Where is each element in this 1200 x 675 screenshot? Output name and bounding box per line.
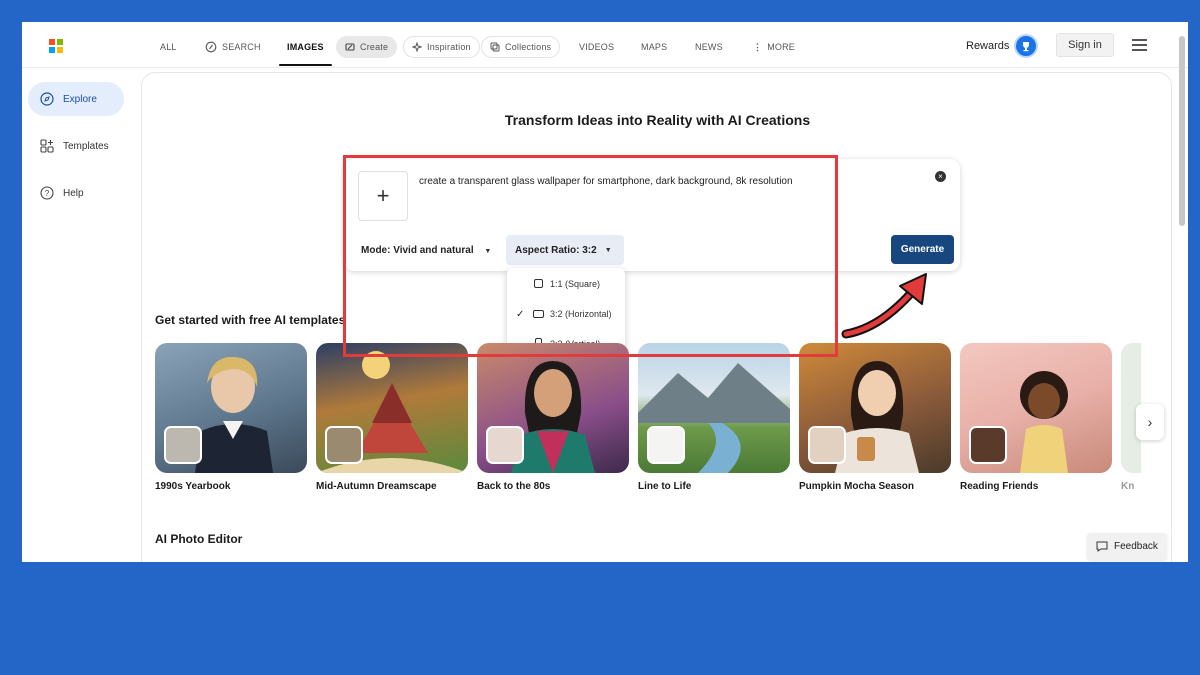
page-scrollbar[interactable] bbox=[1179, 36, 1185, 226]
tab-news-label: NEWS bbox=[695, 42, 723, 52]
sidebar-item-templates[interactable]: Templates bbox=[28, 129, 124, 163]
inspiration-icon bbox=[412, 42, 422, 52]
tab-all[interactable]: ALL bbox=[160, 36, 177, 58]
hamburger-menu-icon[interactable] bbox=[1132, 39, 1147, 51]
aspect-option-square[interactable]: 1:1 (Square) bbox=[507, 269, 625, 299]
top-navigation-bar: ALL SEARCH IMAGES Create Inspiration Col… bbox=[22, 22, 1188, 68]
templates-section-title: Get started with free AI templates bbox=[155, 313, 346, 327]
template-label: Back to the 80s bbox=[477, 481, 551, 492]
tab-more-label: MORE bbox=[767, 42, 796, 52]
sidebar-item-label: Help bbox=[63, 187, 84, 199]
create-icon bbox=[345, 43, 355, 51]
photo-editor-section-title: AI Photo Editor bbox=[155, 532, 243, 546]
sidebar-item-explore[interactable]: Explore bbox=[28, 82, 124, 116]
sign-in-button[interactable]: Sign in bbox=[1056, 33, 1114, 57]
template-label: Pumpkin Mocha Season bbox=[799, 481, 915, 492]
checkmark-icon: ✓ bbox=[516, 308, 525, 320]
rewards-link[interactable]: Rewards bbox=[966, 40, 1009, 52]
aspect-option-horizontal[interactable]: ✓ 3:2 (Horizontal) bbox=[507, 299, 625, 329]
tab-inspiration-label: Inspiration bbox=[427, 42, 471, 52]
feedback-chat-icon bbox=[1096, 541, 1108, 552]
page-headline: Transform Ideas into Reality with AI Cre… bbox=[504, 112, 811, 128]
annotation-arrow-icon bbox=[841, 273, 927, 339]
template-label: Reading Friends bbox=[960, 481, 1039, 492]
template-card-line-to-life[interactable] bbox=[638, 343, 790, 473]
active-tab-underline bbox=[279, 64, 332, 66]
template-card-1990s-yearbook[interactable] bbox=[155, 343, 307, 473]
tab-news[interactable]: NEWS bbox=[695, 36, 723, 58]
template-card-mid-autumn-dreamscape[interactable] bbox=[316, 343, 468, 473]
microsoft-logo-icon[interactable] bbox=[49, 39, 63, 53]
tab-videos[interactable]: VIDEOS bbox=[579, 36, 614, 58]
add-image-button[interactable]: + bbox=[358, 171, 408, 221]
horizontal-shape-icon bbox=[533, 310, 544, 318]
sidebar-item-help[interactable]: ? Help bbox=[28, 176, 124, 210]
sidebar-item-label: Explore bbox=[63, 93, 97, 105]
svg-text:?: ? bbox=[45, 189, 50, 198]
feedback-button[interactable]: Feedback bbox=[1087, 533, 1167, 560]
template-label: Line to Life bbox=[638, 481, 692, 492]
mode-label: Mode: Vivid and natural bbox=[361, 245, 474, 256]
template-thumbnail bbox=[164, 426, 202, 464]
aspect-option-label: 3:2 (Horizontal) bbox=[550, 309, 612, 319]
browser-window: ALL SEARCH IMAGES Create Inspiration Col… bbox=[22, 22, 1188, 562]
tab-all-label: ALL bbox=[160, 42, 177, 52]
template-thumbnail bbox=[325, 426, 363, 464]
tab-search-label: SEARCH bbox=[222, 42, 261, 52]
tab-videos-label: VIDEOS bbox=[579, 42, 615, 52]
help-question-icon: ? bbox=[40, 186, 54, 200]
more-dots-icon: ⋮ bbox=[753, 41, 763, 52]
rewards-trophy-icon[interactable] bbox=[1014, 34, 1038, 58]
templates-grid-icon bbox=[40, 139, 54, 153]
search-sparkle-icon bbox=[205, 41, 217, 53]
sidebar-item-label: Templates bbox=[63, 140, 109, 152]
template-card-pumpkin-mocha-season[interactable] bbox=[799, 343, 951, 473]
tab-images[interactable]: IMAGES bbox=[279, 36, 332, 66]
main-content-panel: Transform Ideas into Reality with AI Cre… bbox=[141, 72, 1172, 562]
caret-down-icon: ▼ bbox=[484, 248, 492, 255]
template-card-back-to-the-80s[interactable] bbox=[477, 343, 629, 473]
template-thumbnail bbox=[969, 426, 1007, 464]
aspect-ratio-label: Aspect Ratio: 3:2 bbox=[515, 244, 597, 256]
carousel-next-button[interactable]: › bbox=[1136, 404, 1164, 440]
caret-down-icon: ▼ bbox=[604, 246, 612, 254]
clear-prompt-icon[interactable]: × bbox=[935, 171, 946, 182]
template-label: Mid-Autumn Dreamscape bbox=[316, 481, 437, 492]
tab-search[interactable]: SEARCH bbox=[205, 36, 261, 58]
tab-create-label: Create bbox=[360, 42, 389, 52]
prompt-card: + create a transparent glass wallpaper f… bbox=[344, 159, 960, 271]
template-thumbnail bbox=[647, 426, 685, 464]
explore-compass-icon bbox=[40, 92, 54, 106]
tab-maps-label: MAPS bbox=[641, 42, 668, 52]
tab-inspiration[interactable]: Inspiration bbox=[403, 36, 480, 58]
square-shape-icon bbox=[534, 279, 543, 288]
mode-selector[interactable]: Mode: Vivid and natural ▼ bbox=[361, 245, 491, 256]
tab-maps[interactable]: MAPS bbox=[641, 36, 667, 58]
aspect-ratio-selector[interactable]: Aspect Ratio: 3:2 ▼ bbox=[506, 235, 624, 265]
plus-icon: + bbox=[376, 183, 390, 208]
tab-collections-label: Collections bbox=[505, 42, 552, 52]
prompt-input[interactable]: create a transparent glass wallpaper for… bbox=[419, 176, 793, 187]
chevron-right-icon: › bbox=[1147, 414, 1153, 430]
template-card-reading-friends[interactable] bbox=[960, 343, 1112, 473]
aspect-option-label: 1:1 (Square) bbox=[550, 279, 601, 289]
feedback-label: Feedback bbox=[1114, 541, 1158, 552]
collections-icon bbox=[490, 42, 500, 52]
tab-create[interactable]: Create bbox=[336, 36, 398, 58]
tab-images-label: IMAGES bbox=[287, 42, 324, 52]
generate-button[interactable]: Generate bbox=[891, 235, 954, 264]
template-thumbnail bbox=[808, 426, 846, 464]
template-thumbnail bbox=[486, 426, 524, 464]
tab-more[interactable]: ⋮ MORE bbox=[753, 36, 795, 58]
template-label: Kn bbox=[1121, 481, 1135, 492]
tab-collections[interactable]: Collections bbox=[481, 36, 561, 58]
template-label: 1990s Yearbook bbox=[155, 481, 231, 492]
